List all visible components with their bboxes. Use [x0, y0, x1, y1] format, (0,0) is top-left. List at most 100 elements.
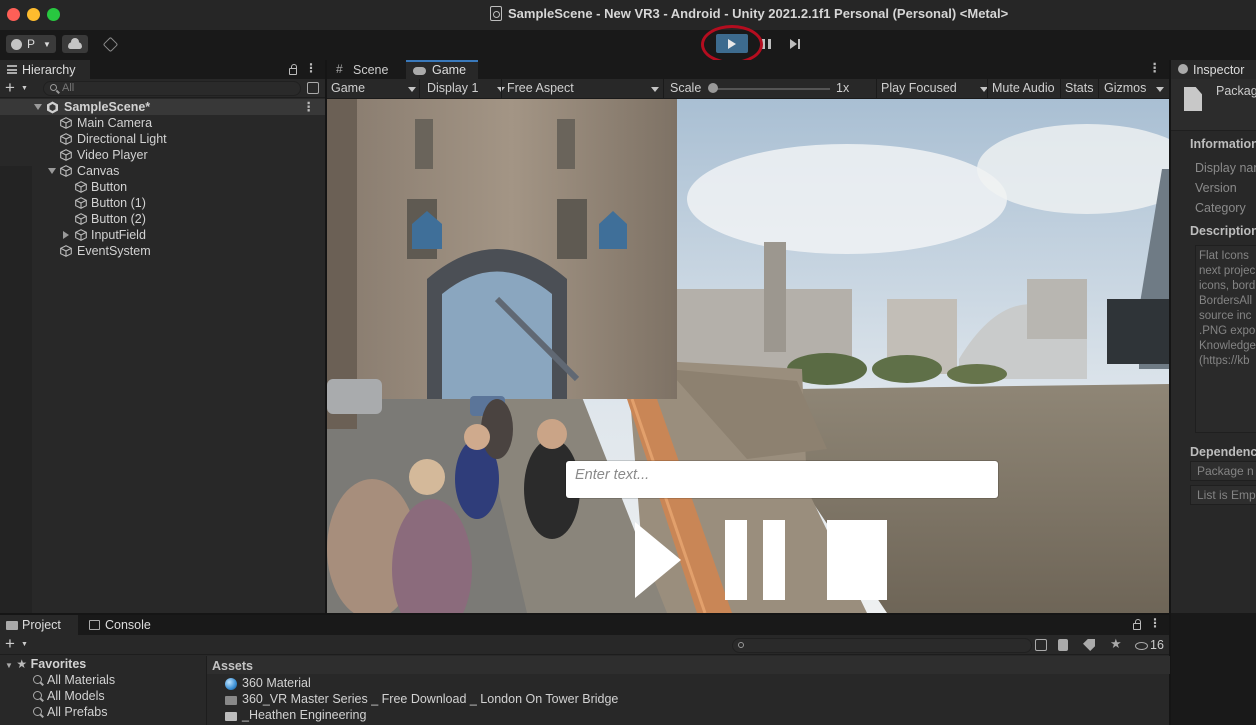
tab-scene[interactable]: # Scene	[327, 60, 403, 79]
play-mode-dropdown[interactable]: Play Focused	[881, 79, 988, 99]
tree-row[interactable]: Button (1)	[0, 195, 325, 211]
account-dropdown[interactable]: P ▼	[6, 35, 56, 53]
favorites-item-label: All Models	[47, 689, 105, 703]
favorites-header[interactable]: ▼ ★ Favorites	[5, 657, 86, 671]
create-asset-button[interactable]: +	[5, 635, 15, 653]
console-icon	[89, 620, 100, 630]
video-stop-button[interactable]	[827, 520, 888, 600]
video-pause-button[interactable]	[725, 520, 787, 600]
tree-row[interactable]: EventSystem	[0, 243, 325, 259]
window-maximize-button[interactable]	[47, 8, 60, 21]
gizmos-label: Gizmos	[1104, 81, 1147, 95]
tree-row[interactable]: Button (2)	[0, 211, 325, 227]
gameobject-cube-icon	[60, 149, 72, 161]
tab-project[interactable]: Project	[0, 615, 78, 635]
window-minimize-button[interactable]	[27, 8, 40, 21]
description-line: source inc	[1199, 310, 1252, 322]
project-search-input[interactable]	[732, 638, 1032, 653]
pane-splitter[interactable]	[1169, 60, 1171, 725]
star-icon: ★	[16, 657, 28, 671]
favorites-pane: ▼ ★ Favorites All Materials All Models A…	[0, 656, 205, 725]
step-button[interactable]	[783, 34, 807, 53]
filter-by-type-icon[interactable]	[1058, 639, 1068, 651]
lock-icon[interactable]	[1133, 619, 1141, 630]
game-viewport[interactable]: Enter text...	[327, 99, 1169, 613]
favorites-item[interactable]: All Materials	[33, 673, 115, 687]
section-dependencies: Dependenc	[1190, 445, 1256, 459]
game-mode-dropdown[interactable]: Game	[331, 79, 416, 99]
favorites-label: Favorites	[30, 657, 87, 671]
mute-audio-toggle[interactable]: Mute Audio	[992, 79, 1055, 99]
window-close-button[interactable]	[7, 8, 20, 21]
chevron-down-icon	[408, 87, 416, 92]
gizmos-dropdown[interactable]: Gizmos	[1104, 79, 1164, 99]
more-options-icon[interactable]: ⋮	[1149, 62, 1162, 75]
more-options-icon[interactable]: ⋮	[303, 99, 316, 115]
step-icon	[790, 38, 797, 49]
expand-arrow-icon[interactable]	[34, 104, 42, 110]
tab-game[interactable]: Game	[406, 60, 478, 79]
assets-breadcrumb[interactable]: Assets	[207, 656, 1170, 674]
cloud-button[interactable]	[62, 35, 88, 53]
game-mode-label: Game	[331, 81, 366, 95]
video-play-button[interactable]	[633, 520, 683, 600]
more-options-icon[interactable]: ⋮	[305, 62, 317, 75]
display-dropdown[interactable]: Display 1	[427, 79, 505, 99]
tab-hierarchy[interactable]: Hierarchy	[0, 60, 90, 79]
chevron-down-icon[interactable]: ▼	[21, 641, 28, 648]
scale-slider-handle[interactable]	[708, 83, 718, 93]
dependency-list: List is Emp	[1190, 485, 1256, 505]
tab-game-label: Game	[432, 63, 467, 77]
description-textbox[interactable]: Flat Icons next projec icons, bord Borde…	[1195, 245, 1256, 433]
collab-button[interactable]	[99, 36, 121, 52]
collapse-arrow-icon[interactable]	[63, 231, 69, 239]
divider	[501, 79, 502, 99]
window-title: SampleScene - New VR3 - Android - Unity …	[508, 6, 1009, 21]
chevron-down-icon: ▼	[43, 39, 51, 49]
tab-inspector[interactable]: Inspector	[1171, 60, 1256, 79]
search-icon	[50, 84, 57, 91]
search-by-type-icon[interactable]	[1035, 639, 1047, 651]
more-options-icon[interactable]: ⋮	[1149, 617, 1161, 630]
hierarchy-search-input[interactable]: All	[43, 81, 301, 96]
add-object-button[interactable]: +	[5, 79, 15, 97]
inspector-tabbar: Inspector	[1171, 60, 1256, 79]
favorites-item[interactable]: All Prefabs	[33, 705, 107, 719]
tree-row[interactable]: Video Player	[0, 147, 325, 163]
account-label: P	[27, 37, 36, 51]
pane-splitter[interactable]	[325, 60, 327, 613]
chevron-down-icon	[651, 87, 659, 92]
tree-row[interactable]: InputField	[0, 227, 325, 243]
tab-scene-label: Scene	[353, 63, 389, 77]
tree-row[interactable]: Directional Light	[0, 131, 325, 147]
tab-project-label: Project	[22, 618, 61, 632]
tab-console[interactable]: Console	[83, 615, 161, 635]
aspect-dropdown[interactable]: Free Aspect	[507, 79, 659, 99]
tree-row[interactable]: Main Camera	[0, 115, 325, 131]
gameobject-cube-icon	[60, 245, 72, 257]
scale-slider-track[interactable]	[710, 88, 830, 90]
scene-name: SampleScene*	[64, 100, 151, 114]
enter-text-input[interactable]: Enter text...	[566, 461, 998, 498]
hidden-packages-count[interactable]: 16	[1135, 638, 1164, 652]
label-tag-icon[interactable]	[1083, 639, 1095, 651]
favorites-item[interactable]: All Models	[33, 689, 105, 703]
tree-row[interactable]: Canvas	[0, 163, 325, 179]
tree-row-label: Main Camera	[77, 116, 153, 130]
stats-toggle[interactable]: Stats	[1065, 79, 1094, 99]
tree-row-scene[interactable]: SampleScene* ⋮	[0, 99, 325, 115]
star-icon[interactable]: ★	[1110, 636, 1122, 651]
inspector-panel: Inspector Packag Information Display nam…	[1171, 60, 1256, 613]
gameobject-cube-icon	[75, 213, 87, 225]
video-clip-icon	[225, 696, 237, 705]
expand-arrow-icon[interactable]	[48, 168, 56, 174]
tree-row[interactable]: Button	[0, 179, 325, 195]
tree-row-label: EventSystem	[77, 244, 151, 258]
favorites-item-label: All Prefabs	[47, 705, 108, 719]
search-placeholder: All	[62, 82, 75, 94]
lock-icon[interactable]	[289, 64, 297, 75]
tree-row-label: Button (1)	[91, 196, 146, 210]
search-by-type-icon[interactable]	[307, 82, 319, 94]
chevron-down-icon[interactable]: ▼	[21, 85, 28, 92]
scene-file-icon	[490, 6, 502, 21]
